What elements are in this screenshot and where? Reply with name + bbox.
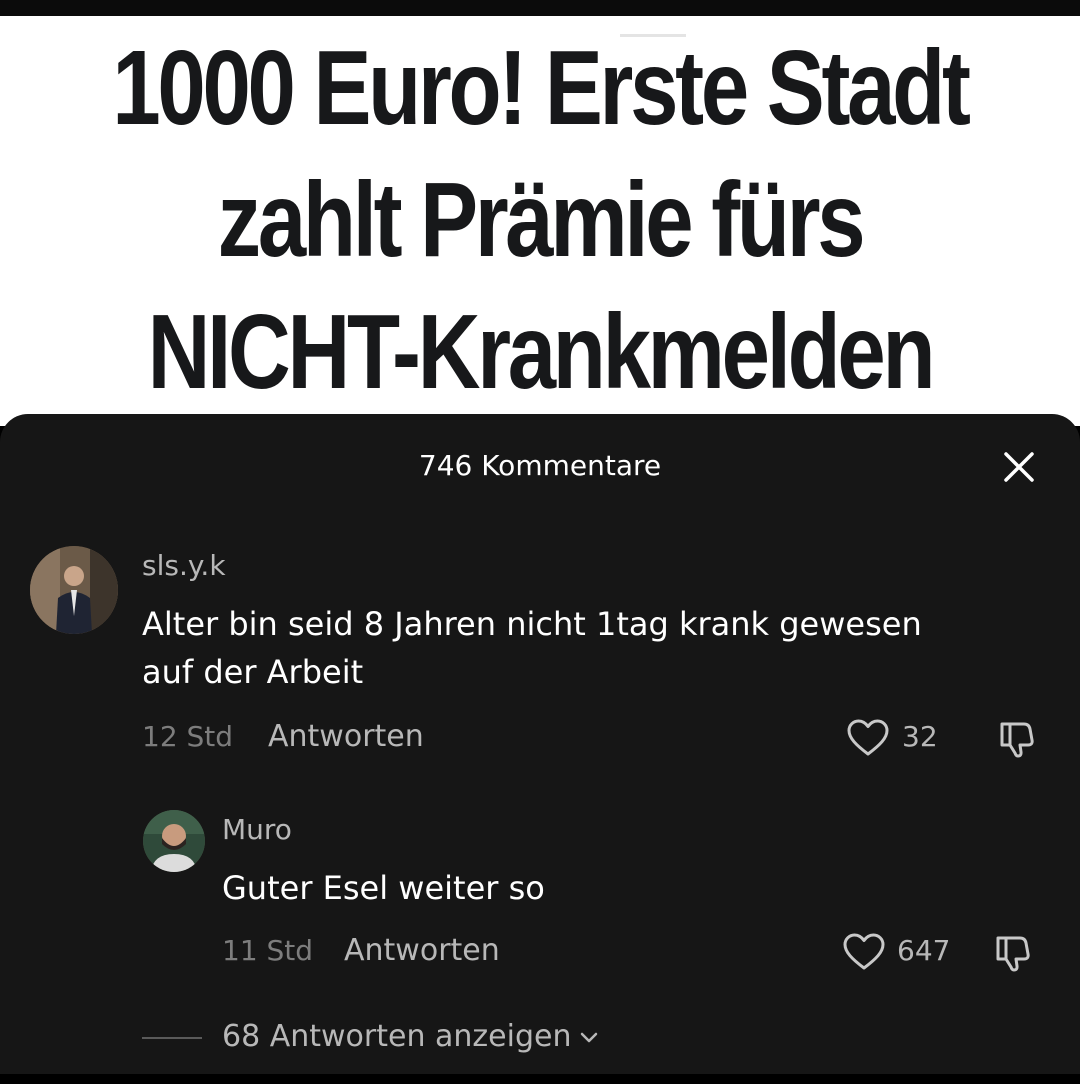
dislike-button[interactable] (996, 716, 1040, 760)
avatar[interactable] (30, 546, 118, 634)
comments-count-title: 746 Kommentare (418, 449, 662, 482)
bottom-bar (0, 1074, 1080, 1084)
avatar-photo (30, 546, 118, 634)
show-replies-button[interactable]: 68 Antworten anzeigen (222, 1018, 601, 1056)
avatar-photo (143, 810, 205, 872)
reply-button[interactable]: Antworten (268, 719, 424, 755)
heart-icon (847, 719, 889, 756)
comment-text: auf der Arbeit (142, 653, 364, 691)
heart-icon (843, 933, 885, 970)
headline-line: NICHT-Krankmelden (147, 293, 936, 411)
dislike-button[interactable] (992, 930, 1036, 974)
avatar[interactable] (143, 810, 205, 872)
reply-username[interactable]: Muro (222, 812, 292, 848)
thumbs-down-icon (996, 936, 1030, 972)
comment-text: Alter bin seid 8 Jahren nicht 1tag krank… (142, 605, 922, 643)
headline-image: 1000 Euro! Erste Stadt zahlt Prämie fürs… (0, 16, 1080, 426)
close-icon (1004, 452, 1034, 482)
comment-username[interactable]: sls.y.k (142, 548, 226, 584)
like-button[interactable] (842, 932, 886, 972)
chevron-down-icon (577, 1026, 601, 1050)
comments-sheet: 746 Kommentare sls.y.k Alter bin seid 8 … (0, 414, 1080, 1074)
headline-line: zahlt Prämie fürs (217, 161, 866, 279)
close-button[interactable] (996, 444, 1042, 490)
like-button[interactable] (846, 718, 890, 758)
reply-text: Guter Esel weiter so (222, 869, 545, 907)
comment-time: 12 Std (142, 720, 234, 753)
top-bar (0, 0, 1080, 16)
headline: 1000 Euro! Erste Stadt zahlt Prämie fürs… (97, 22, 983, 418)
replies-divider (142, 1037, 202, 1039)
show-replies-label: 68 Antworten anzeigen (222, 1019, 572, 1054)
reply-button[interactable]: Antworten (344, 933, 500, 969)
like-count: 647 (897, 934, 951, 967)
headline-line: 1000 Euro! Erste Stadt (112, 29, 971, 147)
like-count: 32 (902, 720, 938, 753)
thumbs-down-icon (1000, 722, 1034, 758)
reply-time: 11 Std (222, 934, 314, 967)
